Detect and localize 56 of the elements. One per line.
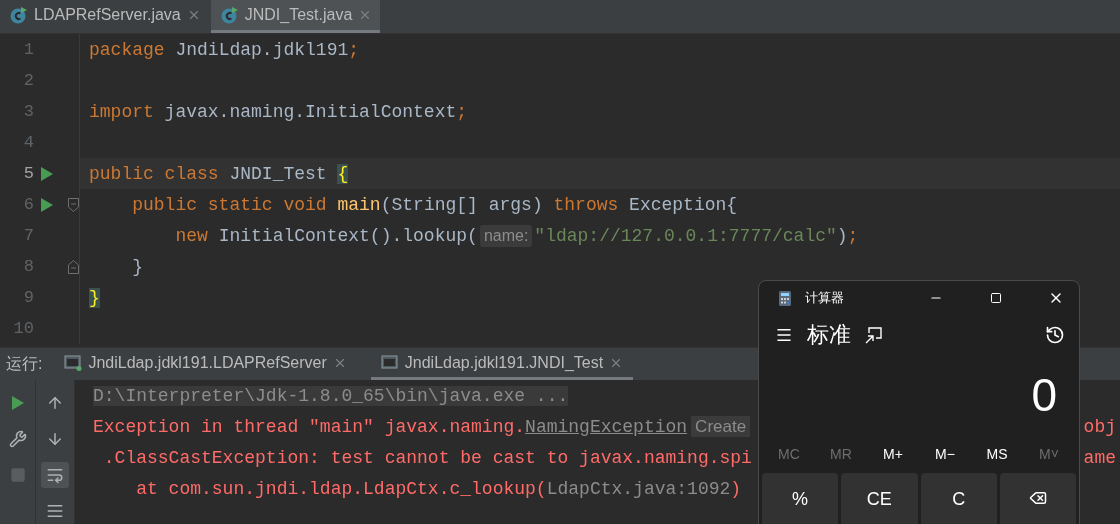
- code-text: new InitialContext().lookup( name: "ldap://127.0.0.1:7777/calc");: [174, 224, 859, 247]
- line-number: 9: [22, 288, 34, 308]
- calculator-key[interactable]: C: [920, 473, 997, 524]
- run-tab[interactable]: JndiLdap.jdkl191.JNDI_Test: [370, 348, 634, 380]
- console-line: Exception in thread "main" javax.naming.NamingException Create: [93, 416, 751, 437]
- memory-button[interactable]: MS: [971, 445, 1023, 463]
- code-text: import javax.naming.InitialContext;: [88, 101, 468, 122]
- line-number: 6: [22, 195, 34, 215]
- memory-button[interactable]: M−: [919, 445, 971, 463]
- fold-marker-icon[interactable]: [68, 259, 79, 274]
- line-number: 4: [22, 133, 34, 153]
- calculator-display: 0: [1030, 368, 1058, 423]
- calculator-key[interactable]: %: [762, 473, 839, 524]
- line-number: 5: [22, 164, 34, 184]
- console-line: at com.sun.jndi.ldap.LdapCtx.c_lookup(LdapCtx.java:1092): [135, 478, 742, 499]
- down-arrow-icon[interactable]: [46, 430, 64, 448]
- console-icon: [380, 354, 399, 371]
- line-number: 8: [22, 257, 34, 277]
- code-text: package JndiLdap.jdkl191;: [88, 39, 360, 60]
- line-number: 10: [12, 319, 34, 339]
- class-icon: [220, 6, 239, 25]
- console-text: obj: [1083, 416, 1117, 437]
- run-icon[interactable]: [41, 166, 53, 181]
- line-number: 7: [22, 226, 34, 246]
- editor-tab[interactable]: JNDI_Test.java: [210, 0, 381, 34]
- code-text: }: [88, 287, 100, 308]
- calculator-key[interactable]: CE: [841, 473, 918, 524]
- menu-icon[interactable]: [775, 326, 793, 344]
- line-number: 1: [22, 40, 34, 60]
- wrap-icon[interactable]: [46, 466, 64, 484]
- backspace-key[interactable]: [999, 473, 1076, 524]
- line-number: 2: [22, 71, 34, 91]
- code-text: }: [131, 256, 143, 277]
- run-icon[interactable]: [41, 197, 53, 212]
- code-text: public static void main(String[] args) throws Exception{: [131, 194, 738, 215]
- console-icon: [64, 354, 83, 371]
- class-icon: [10, 6, 28, 25]
- run-tab[interactable]: JndiLdap.jdkl191.LDAPRefServer: [54, 348, 357, 380]
- line-number: 3: [22, 102, 34, 122]
- mode-title: 标准: [807, 321, 851, 349]
- run-icon[interactable]: [11, 396, 24, 410]
- run-label: 运行:: [5, 353, 44, 374]
- lines-icon[interactable]: [46, 502, 64, 520]
- backspace-icon[interactable]: [1028, 489, 1047, 507]
- code-text: public class JNDI_Test {: [88, 163, 349, 184]
- history-icon[interactable]: [1045, 325, 1065, 345]
- console-line: .ClassCastException: test cannot be cast to javax.naming.spi: [102, 447, 752, 468]
- calculator-icon: [779, 290, 791, 306]
- window-title: 计算器: [805, 289, 845, 307]
- soft-wrap-button[interactable]: [41, 462, 69, 488]
- memory-button[interactable]: M+: [867, 445, 919, 463]
- wrench-icon[interactable]: [8, 430, 27, 448]
- fold-marker-icon[interactable]: [68, 197, 79, 212]
- console-text: ame: [1083, 447, 1117, 468]
- keep-on-top-icon[interactable]: [865, 326, 882, 344]
- maximize-icon[interactable]: [990, 292, 1002, 304]
